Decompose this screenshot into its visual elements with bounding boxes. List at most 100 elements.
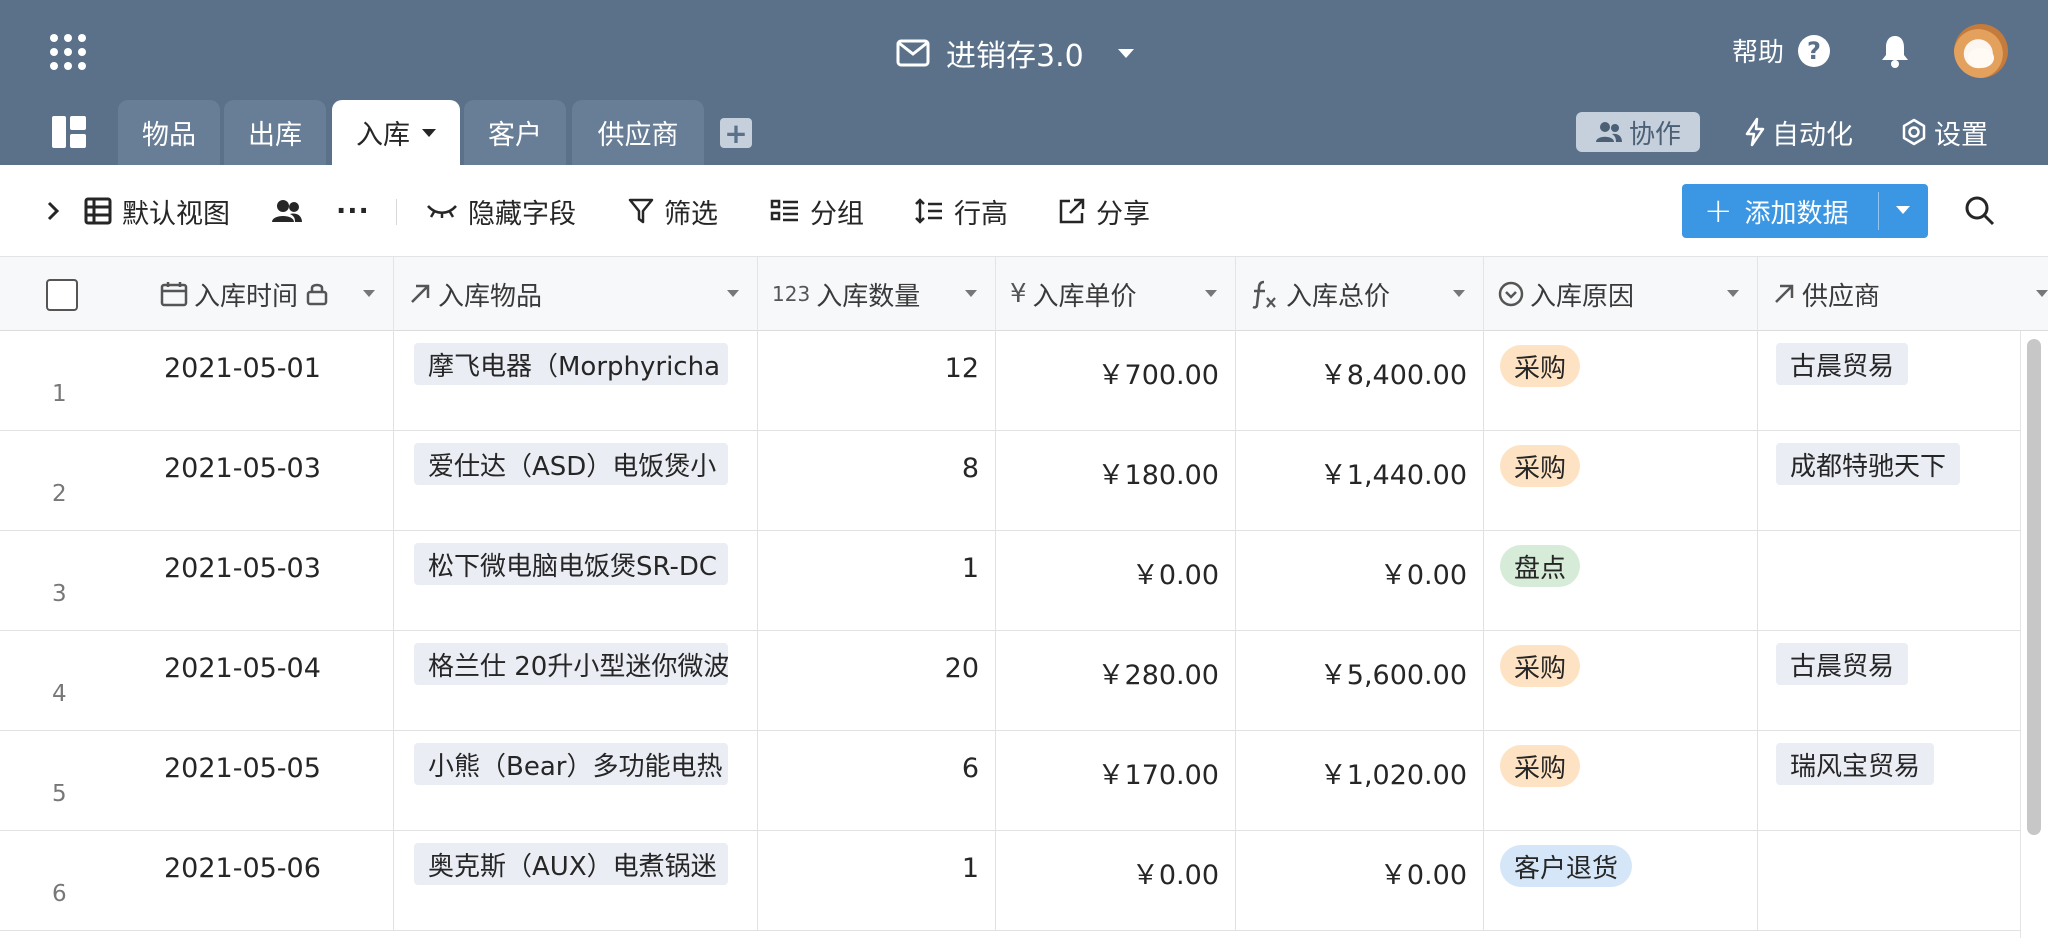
cell-unit-price[interactable]: ￥700.00 xyxy=(996,331,1236,431)
chevron-down-icon[interactable] xyxy=(965,290,977,297)
cell-item[interactable]: 小熊（Bear）多功能电热 xyxy=(394,731,758,831)
cell-quantity[interactable]: 1 xyxy=(758,531,996,631)
view-selector[interactable]: 默认视图 xyxy=(84,165,230,257)
linked-supplier-chip[interactable]: 古晨贸易 xyxy=(1776,643,1909,685)
automation-button[interactable]: 自动化 xyxy=(1744,112,1853,152)
column-header-item[interactable]: 入库物品 xyxy=(394,257,758,331)
avatar[interactable] xyxy=(1954,24,2008,78)
cell-supplier[interactable] xyxy=(1758,531,2020,631)
linked-item-chip[interactable]: 格兰仕 20升小型迷你微波 xyxy=(414,643,728,685)
cell-quantity[interactable]: 6 xyxy=(758,731,996,831)
cell-supplier[interactable]: 古晨贸易 xyxy=(1758,331,2020,431)
cell-supplier[interactable] xyxy=(1758,831,2020,931)
cell-date[interactable]: 2021-05-05 xyxy=(146,731,394,831)
column-header-date[interactable]: 入库时间 xyxy=(146,257,394,331)
help-button[interactable]: 帮助 ? xyxy=(1732,32,1831,69)
linked-supplier-chip[interactable]: 瑞风宝贸易 xyxy=(1776,743,1935,785)
table-row[interactable]: 5 2021-05-05 小熊（Bear）多功能电热 6 ￥170.00 ￥1,020.0… xyxy=(0,731,2020,831)
cell-total-price[interactable]: ￥5,600.00 xyxy=(1236,631,1484,731)
cell-item[interactable]: 格兰仕 20升小型迷你微波 xyxy=(394,631,758,731)
tab-inbound[interactable]: 入库 xyxy=(332,100,460,165)
search-icon[interactable] xyxy=(1964,195,1996,227)
chevron-down-icon[interactable] xyxy=(1117,48,1134,58)
column-header-unit-price[interactable]: ¥ 入库单价 xyxy=(996,257,1236,331)
cell-unit-price[interactable]: ￥170.00 xyxy=(996,731,1236,831)
linked-item-chip[interactable]: 小熊（Bear）多功能电热 xyxy=(414,743,728,785)
chevron-down-icon[interactable] xyxy=(422,128,436,137)
chevron-down-icon[interactable] xyxy=(727,290,739,297)
tab-suppliers[interactable]: 供应商 xyxy=(572,100,704,165)
cell-unit-price[interactable]: ￥0.00 xyxy=(996,531,1236,631)
linked-item-chip[interactable]: 摩飞电器（Morphyricha xyxy=(414,343,728,385)
cell-reason[interactable]: 采购 xyxy=(1484,331,1758,431)
cell-quantity[interactable]: 12 xyxy=(758,331,996,431)
cell-quantity[interactable]: 8 xyxy=(758,431,996,531)
cell-reason[interactable]: 采购 xyxy=(1484,431,1758,531)
cell-date[interactable]: 2021-05-03 xyxy=(146,431,394,531)
layout-icon[interactable] xyxy=(52,116,86,148)
group-button[interactable]: 分组 xyxy=(770,165,864,257)
table-row[interactable]: 2 2021-05-03 爱仕达（ASD）电饭煲小 8 ￥180.00 ￥1,440.00… xyxy=(0,431,2020,531)
linked-item-chip[interactable]: 爱仕达（ASD）电饭煲小 xyxy=(414,443,728,485)
cell-reason[interactable]: 采购 xyxy=(1484,631,1758,731)
base-title-menu[interactable]: 进销存3.0 xyxy=(896,28,1134,78)
cell-item[interactable]: 奥克斯（AUX）电煮锅迷 xyxy=(394,831,758,931)
cell-supplier[interactable]: 瑞风宝贸易 xyxy=(1758,731,2020,831)
hide-fields-button[interactable]: 隐藏字段 xyxy=(426,165,576,257)
cell-total-price[interactable]: ￥0.00 xyxy=(1236,531,1484,631)
cell-unit-price[interactable]: ￥180.00 xyxy=(996,431,1236,531)
cell-reason[interactable]: 盘点 xyxy=(1484,531,1758,631)
linked-supplier-chip[interactable]: 成都特驰天下 xyxy=(1776,443,1961,485)
chevron-down-icon[interactable] xyxy=(1205,290,1217,297)
filter-button[interactable]: 筛选 xyxy=(628,165,718,257)
cell-quantity[interactable]: 1 xyxy=(758,831,996,931)
row-height-button[interactable]: 行高 xyxy=(914,165,1008,257)
cell-item[interactable]: 松下微电脑电饭煲SR-DC xyxy=(394,531,758,631)
cell-date[interactable]: 2021-05-01 xyxy=(146,331,394,431)
app-grid-icon[interactable] xyxy=(50,34,86,70)
settings-button[interactable]: 设置 xyxy=(1900,112,1988,152)
cell-total-price[interactable]: ￥1,440.00 xyxy=(1236,431,1484,531)
cell-reason[interactable]: 采购 xyxy=(1484,731,1758,831)
chevron-down-icon[interactable] xyxy=(363,290,375,297)
table-row[interactable]: 6 2021-05-06 奥克斯（AUX）电煮锅迷 1 ￥0.00 ￥0.00 客户退货 xyxy=(0,831,2020,931)
chevron-down-icon[interactable] xyxy=(1453,290,1465,297)
cell-total-price[interactable]: ￥1,020.00 xyxy=(1236,731,1484,831)
cell-reason[interactable]: 客户退货 xyxy=(1484,831,1758,931)
cell-supplier[interactable]: 古晨贸易 xyxy=(1758,631,2020,731)
column-header-quantity[interactable]: 123 入库数量 xyxy=(758,257,996,331)
cell-supplier[interactable]: 成都特驰天下 xyxy=(1758,431,2020,531)
view-collaborators-button[interactable] xyxy=(272,165,312,257)
cell-total-price[interactable]: ￥0.00 xyxy=(1236,831,1484,931)
table-row[interactable]: 4 2021-05-04 格兰仕 20升小型迷你微波 20 ￥280.00 ￥5,600.… xyxy=(0,631,2020,731)
chevron-down-icon[interactable] xyxy=(1896,206,1910,214)
add-record-button[interactable]: + 添加数据 xyxy=(1682,184,1928,238)
collaborate-button[interactable]: 协作 xyxy=(1576,112,1700,152)
bell-icon[interactable] xyxy=(1880,34,1910,68)
chevron-down-icon[interactable] xyxy=(2036,290,2048,297)
cell-item[interactable]: 爱仕达（ASD）电饭煲小 xyxy=(394,431,758,531)
column-header-total-price[interactable]: 入库总价 xyxy=(1236,257,1484,331)
chevron-down-icon[interactable] xyxy=(1727,290,1739,297)
cell-total-price[interactable]: ￥8,400.00 xyxy=(1236,331,1484,431)
tab-customers[interactable]: 客户 xyxy=(464,100,566,165)
share-button[interactable]: 分享 xyxy=(1058,165,1150,257)
cell-date[interactable]: 2021-05-03 xyxy=(146,531,394,631)
column-header-supplier[interactable]: 供应商 xyxy=(1758,257,2048,331)
scrollbar-thumb[interactable] xyxy=(2027,339,2041,835)
linked-item-chip[interactable]: 奥克斯（AUX）电煮锅迷 xyxy=(414,843,728,885)
tab-outbound[interactable]: 出库 xyxy=(224,100,326,165)
cell-unit-price[interactable]: ￥280.00 xyxy=(996,631,1236,731)
add-tab-button[interactable]: + xyxy=(720,117,752,150)
cell-date[interactable]: 2021-05-06 xyxy=(146,831,394,931)
select-all-checkbox[interactable] xyxy=(46,279,78,311)
cell-date[interactable]: 2021-05-04 xyxy=(146,631,394,731)
table-row[interactable]: 3 2021-05-03 松下微电脑电饭煲SR-DC 1 ￥0.00 ￥0.00 盘点 xyxy=(0,531,2020,631)
more-button[interactable]: ··· xyxy=(336,165,370,257)
expand-sidebar-button[interactable] xyxy=(46,165,70,257)
tab-items[interactable]: 物品 xyxy=(118,100,220,165)
column-header-reason[interactable]: 入库原因 xyxy=(1484,257,1758,331)
linked-item-chip[interactable]: 松下微电脑电饭煲SR-DC xyxy=(414,543,728,585)
linked-supplier-chip[interactable]: 古晨贸易 xyxy=(1776,343,1909,385)
cell-unit-price[interactable]: ￥0.00 xyxy=(996,831,1236,931)
